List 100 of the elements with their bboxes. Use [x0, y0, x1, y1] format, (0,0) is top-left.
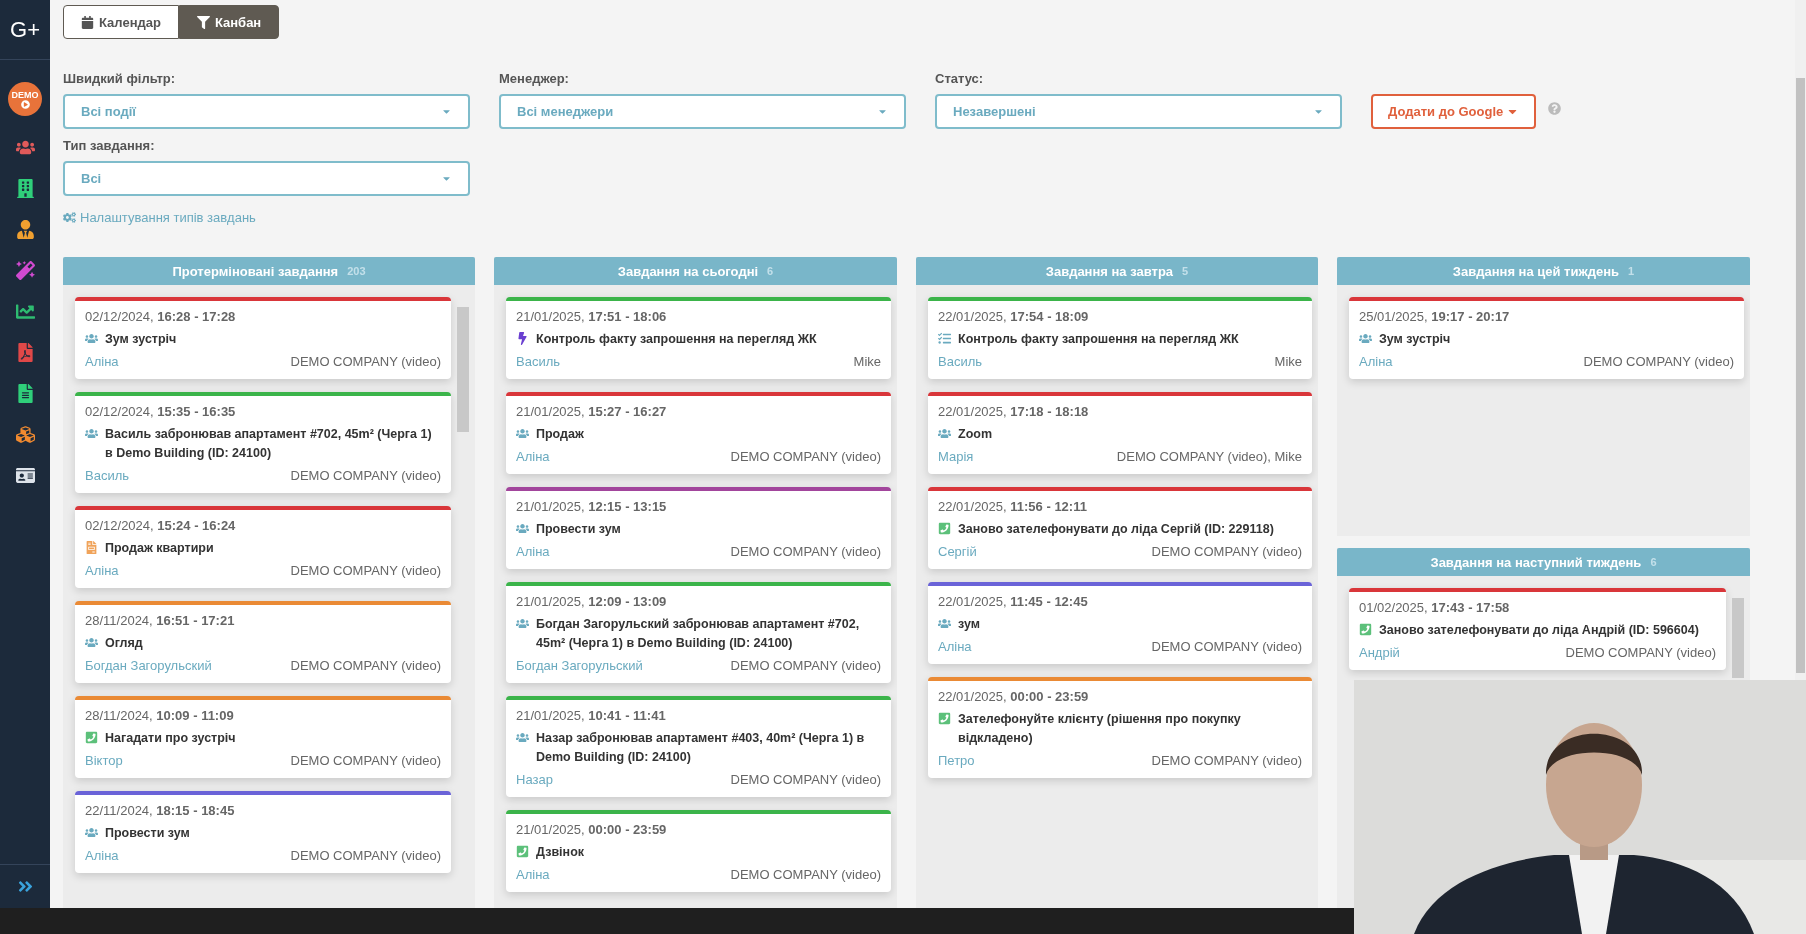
- manager-link[interactable]: Петро: [938, 752, 975, 770]
- task-datetime: 02/12/2024, 15:24 - 16:24: [85, 517, 237, 535]
- task-title: Василь забронював апартамент #702, 45m² (Черга 1) в Demo Building (ID: 24100): [105, 426, 433, 462]
- task-card[interactable]: 21/01/2025, 15:27 - 16:27 Продаж Аліна DEMO COMPANY (video): [506, 392, 891, 474]
- filter-label: Менеджер:: [499, 71, 570, 86]
- task-card[interactable]: 02/12/2024, 15:24 - 16:24 Продаж квартири Аліна DEMO COMPANY (video): [75, 506, 451, 588]
- manager-link[interactable]: Аліна: [516, 543, 550, 561]
- task-title: Продаж: [536, 426, 584, 443]
- app-logo: G+: [0, 0, 50, 60]
- chart-icon[interactable]: [15, 302, 35, 321]
- task-title: Зателефонуйте клієнту (рішення про покупку відкладено): [958, 711, 1242, 747]
- manager-link[interactable]: Аліна: [516, 448, 550, 466]
- demo-avatar[interactable]: DEMO: [8, 82, 42, 116]
- phone-icon: [85, 731, 98, 744]
- filter-select[interactable]: Всі події: [63, 94, 470, 129]
- manager-link[interactable]: Василь: [516, 353, 561, 371]
- manager-link[interactable]: Аліна: [1359, 353, 1393, 371]
- manager-link[interactable]: Сергій: [938, 543, 977, 561]
- manager-link[interactable]: Назар: [516, 771, 553, 789]
- manager-link[interactable]: Аліна: [516, 866, 550, 884]
- users-icon: [85, 826, 98, 839]
- view-tab[interactable]: Календар: [63, 5, 179, 39]
- phone-icon: [516, 845, 529, 858]
- gears-icon: [63, 211, 76, 224]
- task-card[interactable]: 22/01/2025, 17:54 - 18:09 Контроль факту запрошення на перегляд ЖК Василь Mike: [928, 297, 1312, 379]
- task-card[interactable]: 22/01/2025, 11:45 - 12:45 зум Аліна DEMO COMPANY (video): [928, 582, 1312, 664]
- task-title: Заново зателефонувати до ліда Андрій (ID: 596604): [1379, 622, 1699, 639]
- company-name: DEMO COMPANY (video): [1565, 644, 1716, 662]
- task-card[interactable]: 02/12/2024, 15:35 - 16:35 Василь забронював апартамент #702, 45m² (Черга 1) в Demo Building (ID: 24100) Василь DEMO COMPANY (video): [75, 392, 451, 493]
- users-icon: [85, 427, 98, 440]
- column-title: Завдання на цей тиждень: [1452, 263, 1619, 279]
- company-name: DEMO COMPANY (video): [730, 448, 881, 466]
- users-icon: [516, 522, 529, 535]
- manager-link[interactable]: Богдан Загорульский: [516, 657, 643, 675]
- manager-link[interactable]: Андрій: [1359, 644, 1400, 662]
- manager-link[interactable]: Аліна: [85, 847, 119, 865]
- task-datetime: 28/11/2024, 16:51 - 17:21: [85, 612, 236, 630]
- task-datetime: 22/01/2025, 11:45 - 12:45: [938, 593, 1089, 611]
- settings-link[interactable]: Налаштування типів завдань: [63, 210, 256, 225]
- users-icon: [1359, 332, 1372, 345]
- company-name: DEMO COMPANY (video): [290, 657, 441, 675]
- document-icon[interactable]: [15, 384, 35, 403]
- task-card[interactable]: 28/11/2024, 10:09 - 11:09 Нагадати про зустріч Віктор DEMO COMPANY (video): [75, 696, 451, 778]
- filter-label: Швидкий фільтр:: [63, 71, 177, 86]
- manager-link[interactable]: Аліна: [938, 638, 972, 656]
- task-card[interactable]: 21/01/2025, 12:15 - 13:15 Провести зум Аліна DEMO COMPANY (video): [506, 487, 891, 569]
- task-count: 6: [767, 265, 774, 277]
- cubes-icon[interactable]: [15, 425, 35, 444]
- task-card[interactable]: 21/01/2025, 17:51 - 18:06 Контроль факту запрошення на перегляд ЖК Василь Mike: [506, 297, 891, 379]
- filter-select[interactable]: Всі: [63, 161, 470, 196]
- company-name: DEMO COMPANY (video), Mike: [1116, 448, 1302, 466]
- manager-link[interactable]: Василь: [85, 467, 130, 485]
- task-datetime: 02/12/2024, 15:35 - 16:35: [85, 403, 237, 421]
- task-title: Огляд: [105, 635, 143, 652]
- task-card[interactable]: 21/01/2025, 12:09 - 13:09 Богдан Загорульский забронював апартамент #702, 45m² (Черга 1) в Demo Building (ID: 24100) Богдан Загорульский DEMO COMPANY (video): [506, 582, 891, 683]
- task-card[interactable]: 22/01/2025, 11:56 - 12:11 Заново зателефонувати до ліда Сергій (ID: 229118) Сергій DEMO COMPANY (video): [928, 487, 1312, 569]
- task-datetime: 21/01/2025, 12:15 - 13:15: [516, 498, 668, 516]
- manager-link[interactable]: Марія: [938, 448, 974, 466]
- company-name: Mike: [1274, 353, 1302, 371]
- company-name: DEMO COMPANY (video): [1583, 353, 1734, 371]
- building-icon[interactable]: [15, 179, 35, 198]
- users-icon: [516, 427, 529, 440]
- company-name: DEMO COMPANY (video): [730, 543, 881, 561]
- task-datetime: 22/01/2025, 11:56 - 12:11: [938, 498, 1088, 516]
- manager-link[interactable]: Віктор: [85, 752, 123, 770]
- users-icon: [516, 617, 529, 630]
- filter-label: Статус:: [935, 71, 985, 86]
- task-card[interactable]: 21/01/2025, 10:41 - 11:41 Назар забронював апартамент #403, 40m² (Черга 1) в Demo Building (ID: 24100) Назар DEMO COMPANY (video): [506, 696, 891, 797]
- phone-icon: [1359, 623, 1372, 636]
- task-card[interactable]: 02/12/2024, 16:28 - 17:28 Зум зустріч Аліна DEMO COMPANY (video): [75, 297, 451, 379]
- task-card[interactable]: 22/01/2025, 00:00 - 23:59 Зателефонуйте клієнту (рішення про покупку відкладено) Петро DEMO COMPANY (video): [928, 677, 1312, 778]
- task-card[interactable]: 25/01/2025, 19:17 - 20:17 Зум зустріч Аліна DEMO COMPANY (video): [1349, 297, 1744, 379]
- company-name: DEMO COMPANY (video): [290, 562, 441, 580]
- id-card-icon[interactable]: [15, 466, 35, 485]
- pdf-file-icon[interactable]: [15, 343, 35, 362]
- task-datetime: 25/01/2025, 19:17 - 20:17: [1359, 308, 1511, 326]
- task-card[interactable]: 22/01/2025, 17:18 - 18:18 Zoom Марія DEMO COMPANY (video), Mike: [928, 392, 1312, 474]
- task-title: Заново зателефонувати до ліда Сергій (ID: 229118): [958, 521, 1274, 538]
- task-title: Контроль факту запрошення на перегляд ЖК: [958, 331, 1239, 348]
- user-icon[interactable]: [15, 220, 35, 239]
- manager-link[interactable]: Аліна: [85, 562, 119, 580]
- task-card[interactable]: 28/11/2024, 16:51 - 17:21 Огляд Богдан Загорульский DEMO COMPANY (video): [75, 601, 451, 683]
- view-tab[interactable]: Канбан: [178, 5, 280, 39]
- users-icon: [85, 332, 98, 345]
- task-card[interactable]: 22/11/2024, 18:15 - 18:45 Провести зум Аліна DEMO COMPANY (video): [75, 791, 451, 873]
- task-count: 1: [1628, 265, 1635, 277]
- manager-link[interactable]: Аліна: [85, 353, 119, 371]
- users-icon[interactable]: [15, 138, 35, 157]
- filter-select[interactable]: Незавершені: [935, 94, 1342, 129]
- manager-link[interactable]: Василь: [938, 353, 983, 371]
- task-title: Нагадати про зустріч: [105, 730, 236, 747]
- manager-link[interactable]: Богдан Загорульский: [85, 657, 212, 675]
- task-card[interactable]: 21/01/2025, 00:00 - 23:59 Дзвінок Аліна DEMO COMPANY (video): [506, 810, 891, 892]
- task-title: Зум зустріч: [1379, 331, 1451, 348]
- magic-wand-icon[interactable]: [15, 261, 35, 280]
- users-icon: [938, 617, 951, 630]
- task-card[interactable]: 01/02/2025, 17:43 - 17:58 Заново зателефонувати до ліда Андрій (ID: 596604) Андрій DEMO COMPANY (video): [1349, 588, 1726, 670]
- filter-select[interactable]: Всі менеджери: [499, 94, 906, 129]
- users-icon: [938, 427, 951, 440]
- add-to-google-button[interactable]: Додати до Google: [1371, 94, 1537, 129]
